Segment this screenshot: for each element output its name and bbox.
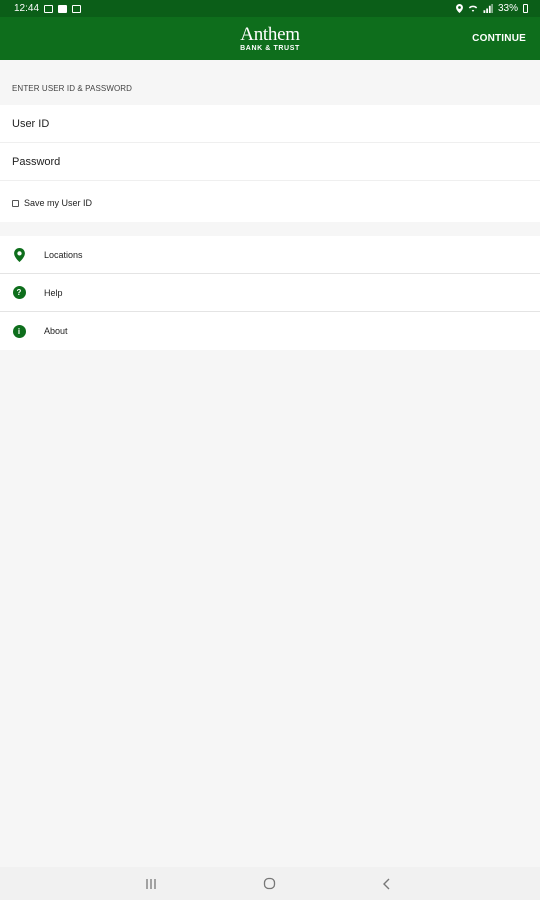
chat-icon [72,4,82,13]
menu-item-label: Locations [44,249,83,260]
logo-main-text: Anthem [240,24,300,45]
back-icon[interactable] [367,867,407,900]
signal-icon [483,4,493,13]
logo-sub-text: BANK & TRUST [240,45,300,52]
app-bar: Anthem BANK & TRUST CONTINUE [0,17,540,60]
help-icon-glyph: ? [12,286,26,299]
save-user-id-row[interactable]: Save my User ID [12,198,92,208]
info-icon-glyph: i [12,324,26,338]
login-form: Save my User ID [0,105,540,222]
menu-item-label: About [44,326,68,336]
menu-item-label: Help [44,287,63,298]
password-input[interactable] [0,143,540,180]
teams-icon [58,4,68,13]
password-field-row [0,143,540,181]
home-icon[interactable] [249,867,289,900]
system-nav-bar [0,867,540,900]
help-icon: ? [12,286,26,300]
save-user-id-checkbox[interactable] [12,199,19,207]
menu-item-about[interactable]: i About [0,312,540,350]
status-time: 12:44 [14,3,40,14]
save-user-id-label: Save my User ID [24,198,93,208]
image-icon [44,4,54,13]
recent-apps-icon[interactable] [131,867,171,900]
user-id-input[interactable] [0,105,540,142]
menu-list: Locations ? Help i About [0,236,540,350]
wifi-icon [468,5,478,12]
status-left: 12:44 [14,3,82,14]
login-section-label: ENTER USER ID & PASSWORD [12,84,133,93]
status-right: 33% [456,3,528,14]
user-id-field-row [0,105,540,143]
menu-item-help[interactable]: ? Help [0,274,540,312]
menu-item-locations[interactable]: Locations [0,236,540,274]
continue-button[interactable]: CONTINUE [472,17,526,60]
battery-icon [523,4,528,13]
location-icon [456,4,463,13]
status-bar: 12:44 33% [0,0,540,17]
battery-percent: 33% [497,3,518,14]
info-icon: i [12,324,26,338]
location-pin-icon [12,247,26,262]
bank-logo: Anthem BANK & TRUST [240,25,300,52]
